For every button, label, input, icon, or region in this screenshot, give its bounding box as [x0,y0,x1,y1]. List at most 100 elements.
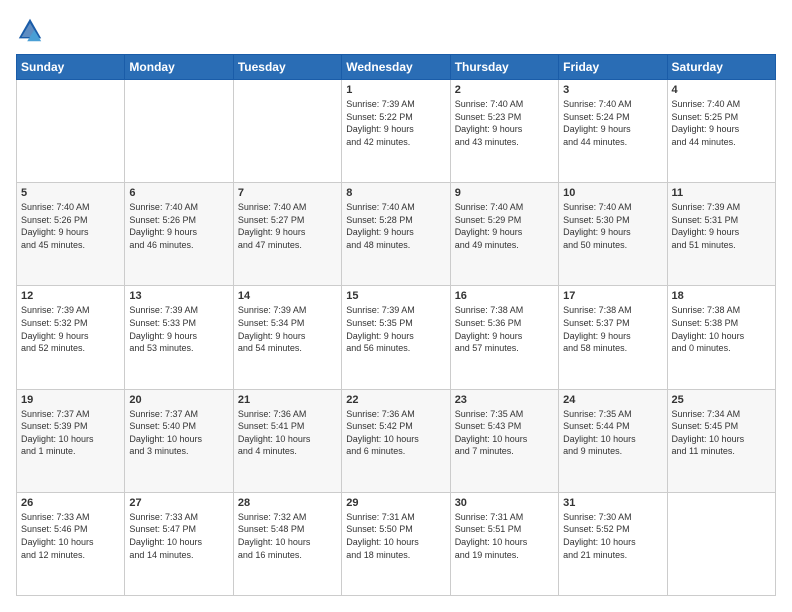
logo-icon [16,16,44,44]
day-info: Sunrise: 7:33 AM Sunset: 5:46 PM Dayligh… [21,511,120,561]
day-info: Sunrise: 7:37 AM Sunset: 5:39 PM Dayligh… [21,408,120,458]
weekday-header-wednesday: Wednesday [342,55,450,80]
day-cell: 2 Sunrise: 7:40 AM Sunset: 5:23 PM Daylig… [450,80,558,183]
day-cell: 21 Sunrise: 7:36 AM Sunset: 5:41 PM Dayli… [233,389,341,492]
day-number: 5 [21,187,120,199]
day-cell: 19 Sunrise: 7:37 AM Sunset: 5:39 PM Dayli… [17,389,125,492]
day-cell: 9 Sunrise: 7:40 AM Sunset: 5:29 PM Daylig… [450,183,558,286]
day-cell: 3 Sunrise: 7:40 AM Sunset: 5:24 PM Daylig… [559,80,667,183]
day-cell: 7Sunrise: 7:40 AM Sunset: 5:27 PM Daylig… [233,183,341,286]
day-info: Sunrise: 7:32 AM Sunset: 5:48 PM Dayligh… [238,511,337,561]
logo [16,16,48,44]
day-number: 24 [563,394,662,406]
day-number: 10 [563,187,662,199]
page: SundayMondayTuesdayWednesdayThursdayFrid… [0,0,792,612]
day-cell: 29Sunrise: 7:31 AM Sunset: 5:50 PM Dayli… [342,492,450,595]
day-info: Sunrise: 7:30 AM Sunset: 5:52 PM Dayligh… [563,511,662,561]
day-number: 30 [455,497,554,509]
day-info: Sunrise: 7:39 AM Sunset: 5:22 PM Dayligh… [346,98,445,148]
day-info: Sunrise: 7:40 AM Sunset: 5:30 PM Dayligh… [563,201,662,251]
day-number: 19 [21,394,120,406]
day-info: Sunrise: 7:36 AM Sunset: 5:41 PM Dayligh… [238,408,337,458]
day-cell [667,492,775,595]
day-info: Sunrise: 7:35 AM Sunset: 5:44 PM Dayligh… [563,408,662,458]
day-info: Sunrise: 7:31 AM Sunset: 5:51 PM Dayligh… [455,511,554,561]
day-number: 2 [455,84,554,96]
day-cell: 26Sunrise: 7:33 AM Sunset: 5:46 PM Dayli… [17,492,125,595]
day-number: 3 [563,84,662,96]
day-info: Sunrise: 7:39 AM Sunset: 5:35 PM Dayligh… [346,304,445,354]
weekday-header-monday: Monday [125,55,233,80]
day-number: 21 [238,394,337,406]
day-cell: 4Sunrise: 7:40 AM Sunset: 5:25 PM Daylig… [667,80,775,183]
day-number: 29 [346,497,445,509]
day-info: Sunrise: 7:36 AM Sunset: 5:42 PM Dayligh… [346,408,445,458]
day-cell: 28 Sunrise: 7:32 AM Sunset: 5:48 PM Dayli… [233,492,341,595]
day-info: Sunrise: 7:40 AM Sunset: 5:29 PM Dayligh… [455,201,554,251]
day-info: Sunrise: 7:40 AM Sunset: 5:26 PM Dayligh… [129,201,228,251]
weekday-header-saturday: Saturday [667,55,775,80]
weekday-header-tuesday: Tuesday [233,55,341,80]
day-number: 15 [346,290,445,302]
day-number: 22 [346,394,445,406]
day-number: 12 [21,290,120,302]
day-info: Sunrise: 7:40 AM Sunset: 5:28 PM Dayligh… [346,201,445,251]
day-cell [233,80,341,183]
day-cell: 18Sunrise: 7:38 AM Sunset: 5:38 PM Dayli… [667,286,775,389]
weekday-header-thursday: Thursday [450,55,558,80]
day-number: 18 [672,290,771,302]
day-info: Sunrise: 7:40 AM Sunset: 5:24 PM Dayligh… [563,98,662,148]
day-number: 17 [563,290,662,302]
day-cell: 24 Sunrise: 7:35 AM Sunset: 5:44 PM Dayli… [559,389,667,492]
day-number: 13 [129,290,228,302]
day-cell: 5Sunrise: 7:40 AM Sunset: 5:26 PM Daylig… [17,183,125,286]
day-cell [125,80,233,183]
day-number: 20 [129,394,228,406]
week-row-1: 1 Sunrise: 7:39 AM Sunset: 5:22 PM Daylig… [17,80,776,183]
day-info: Sunrise: 7:40 AM Sunset: 5:27 PM Dayligh… [238,201,337,251]
day-number: 25 [672,394,771,406]
day-number: 31 [563,497,662,509]
day-cell: 12 Sunrise: 7:39 AM Sunset: 5:32 PM Dayli… [17,286,125,389]
day-number: 9 [455,187,554,199]
day-info: Sunrise: 7:39 AM Sunset: 5:32 PM Dayligh… [21,304,120,354]
day-cell: 1 Sunrise: 7:39 AM Sunset: 5:22 PM Daylig… [342,80,450,183]
week-row-2: 5 Sunrise: 7:40 AM Sunset: 5:26 PM Daylig… [17,183,776,286]
day-number: 23 [455,394,554,406]
day-number: 27 [129,497,228,509]
day-info: Sunrise: 7:39 AM Sunset: 5:31 PM Dayligh… [672,201,771,251]
weekday-header-row: SundayMondayTuesdayWednesdayThursdayFrid… [17,55,776,80]
day-cell: 25 Sunrise: 7:34 AM Sunset: 5:45 PM Dayli… [667,389,775,492]
day-cell: 15 Sunrise: 7:39 AM Sunset: 5:35 PM Dayli… [342,286,450,389]
day-cell: 17 Sunrise: 7:38 AM Sunset: 5:37 PM Dayli… [559,286,667,389]
day-cell: 30 Sunrise: 7:31 AM Sunset: 5:51 PM Dayli… [450,492,558,595]
day-info: Sunrise: 7:34 AM Sunset: 5:45 PM Dayligh… [672,408,771,458]
week-row-3: 12 Sunrise: 7:39 AM Sunset: 5:32 PM Dayli… [17,286,776,389]
day-info: Sunrise: 7:38 AM Sunset: 5:37 PM Dayligh… [563,304,662,354]
day-cell: 22 Sunrise: 7:36 AM Sunset: 5:42 PM Dayli… [342,389,450,492]
day-cell: 14 Sunrise: 7:39 AM Sunset: 5:34 PM Dayli… [233,286,341,389]
day-info: Sunrise: 7:40 AM Sunset: 5:23 PM Dayligh… [455,98,554,148]
day-number: 1 [346,84,445,96]
week-row-4: 19 Sunrise: 7:37 AM Sunset: 5:39 PM Dayli… [17,389,776,492]
day-number: 4 [672,84,771,96]
day-number: 16 [455,290,554,302]
day-cell: 13 Sunrise: 7:39 AM Sunset: 5:33 PM Dayli… [125,286,233,389]
day-cell: 23Sunrise: 7:35 AM Sunset: 5:43 PM Dayli… [450,389,558,492]
day-info: Sunrise: 7:38 AM Sunset: 5:36 PM Dayligh… [455,304,554,354]
day-number: 14 [238,290,337,302]
weekday-header-friday: Friday [559,55,667,80]
weekday-header-sunday: Sunday [17,55,125,80]
day-cell: 20 Sunrise: 7:37 AM Sunset: 5:40 PM Dayli… [125,389,233,492]
day-info: Sunrise: 7:39 AM Sunset: 5:34 PM Dayligh… [238,304,337,354]
day-number: 6 [129,187,228,199]
day-cell: 10 Sunrise: 7:40 AM Sunset: 5:30 PM Dayli… [559,183,667,286]
day-cell: 31 Sunrise: 7:30 AM Sunset: 5:52 PM Dayli… [559,492,667,595]
header [16,16,776,44]
day-number: 28 [238,497,337,509]
day-cell: 16 Sunrise: 7:38 AM Sunset: 5:36 PM Dayli… [450,286,558,389]
day-info: Sunrise: 7:39 AM Sunset: 5:33 PM Dayligh… [129,304,228,354]
week-row-5: 26Sunrise: 7:33 AM Sunset: 5:46 PM Dayli… [17,492,776,595]
day-info: Sunrise: 7:37 AM Sunset: 5:40 PM Dayligh… [129,408,228,458]
calendar-table: SundayMondayTuesdayWednesdayThursdayFrid… [16,54,776,596]
